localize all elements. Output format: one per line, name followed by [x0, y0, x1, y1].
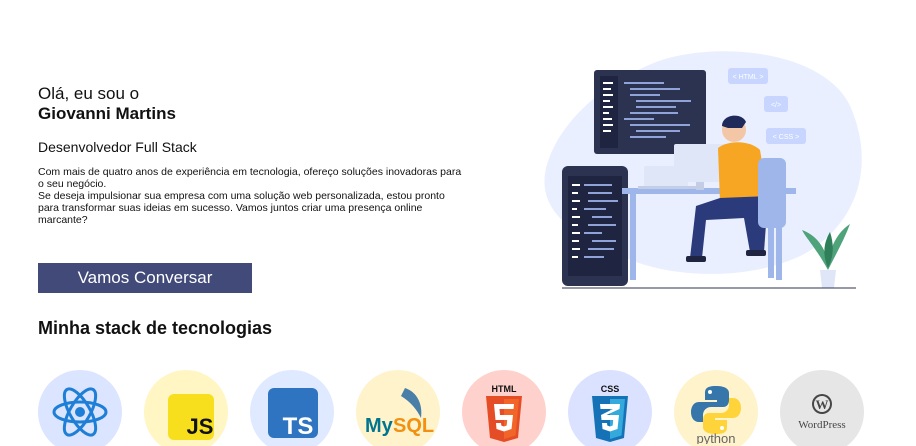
- tech-mysql[interactable]: My SQL: [356, 370, 440, 446]
- tech-javascript[interactable]: JS: [144, 370, 228, 446]
- svg-text:HTML: HTML: [492, 384, 517, 394]
- svg-text:WordPress: WordPress: [798, 419, 845, 431]
- html-tag-bubble: < HTML >: [733, 74, 764, 81]
- svg-text:My: My: [365, 415, 394, 437]
- hero-section: Olá, eu sou o Giovanni Martins Desenvolv…: [38, 84, 468, 226]
- tech-css3[interactable]: CSS: [568, 370, 652, 446]
- html5-icon: HTML: [486, 384, 522, 442]
- bio-text: Com mais de quatro anos de experiência e…: [38, 166, 468, 226]
- tech-python[interactable]: python: [674, 370, 758, 446]
- developer-illustration: < HTML > </> < CSS >: [544, 51, 862, 289]
- css3-icon: CSS: [592, 384, 628, 442]
- greeting-text: Olá, eu sou o: [38, 84, 140, 103]
- python-icon: python: [691, 386, 741, 444]
- lets-talk-button[interactable]: Vamos Conversar: [38, 263, 252, 293]
- tech-wordpress[interactable]: W WordPress: [780, 370, 864, 446]
- tech-stack-title: Minha stack de tecnologias: [38, 318, 273, 338]
- svg-text:CSS: CSS: [601, 384, 620, 394]
- tech-stack-list: JS TS My SQL HTML CSS python W WordPress: [38, 370, 878, 446]
- svg-text:python: python: [696, 431, 735, 444]
- svg-text:SQL: SQL: [393, 415, 434, 437]
- code-tag-bubble: </>: [771, 102, 781, 109]
- tech-html5[interactable]: HTML: [462, 370, 546, 446]
- css-tag-bubble: < CSS >: [773, 134, 799, 141]
- typescript-icon: TS: [268, 388, 318, 440]
- bio-paragraph-1: Com mais de quatro anos de experiência e…: [38, 166, 462, 190]
- javascript-icon: JS: [168, 394, 214, 440]
- tech-react[interactable]: [38, 370, 122, 446]
- developer-name: Giovanni Martins: [38, 104, 176, 123]
- svg-text:JS: JS: [187, 414, 214, 439]
- wordpress-icon: W WordPress: [798, 394, 846, 431]
- react-icon: [52, 387, 108, 437]
- tech-typescript[interactable]: TS: [250, 370, 334, 446]
- svg-text:W: W: [816, 397, 829, 412]
- svg-text:TS: TS: [283, 413, 314, 440]
- mysql-icon: My SQL: [365, 388, 434, 437]
- bio-paragraph-2: Se deseja impulsionar sua empresa com um…: [38, 190, 445, 226]
- developer-role: Desenvolvedor Full Stack: [38, 139, 197, 155]
